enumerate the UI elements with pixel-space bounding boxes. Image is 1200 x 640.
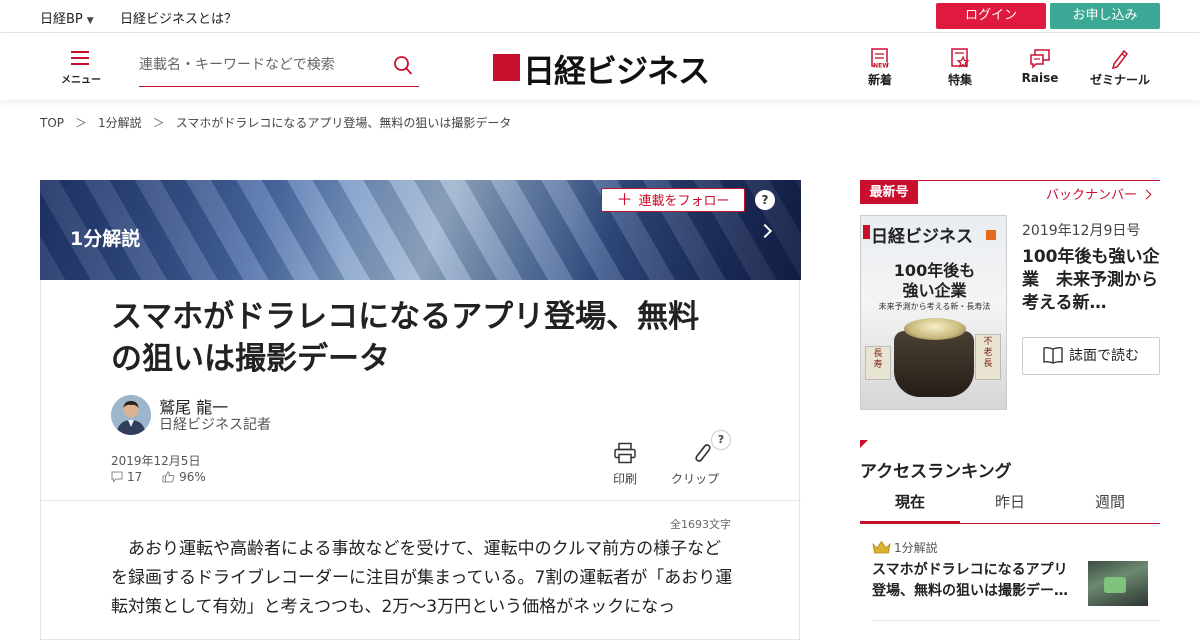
latest-issue-tag: 最新号 (860, 181, 918, 204)
ranking-item-title: スマホがドラレコになるアプリ登場、無料の狙いは撮影デー… (872, 562, 1068, 599)
ranking-category: 1分解説 (894, 541, 938, 555)
issue-date: 2019年12月9日号 (1022, 223, 1141, 239)
author-role: 日経ビジネス記者 (159, 417, 271, 433)
cover-label-left: 長寿 (865, 346, 891, 380)
magazine-cover[interactable]: 日経ビジネス 100年後も 強い企業 未来予測から考える新・長寿法 不老長 長寿 (860, 215, 1007, 410)
follow-label: 連載をフォロー (638, 194, 730, 209)
cover-label-right: 不老長 (975, 334, 1001, 380)
ranking-title: アクセスランキング (860, 462, 1012, 482)
article-card: 1分解説 ＋ 連載をフォロー ? スマホがドラレコになるアプリ登場、無料の狙いは撮… (40, 180, 801, 640)
search-input[interactable] (139, 53, 379, 77)
clip-button[interactable]: クリップ (671, 442, 719, 487)
feature-icon (951, 48, 970, 68)
ranking-tabs: 現在 昨日 週間 (860, 486, 1160, 524)
character-count: 全1693文字 (670, 518, 731, 531)
hamburger-icon (71, 51, 89, 69)
top-utility-bar: 日経BP ▼ 日経ビジネスとは？ ログイン お申し込み (0, 0, 1200, 33)
tab-yesterday[interactable]: 昨日 (960, 486, 1060, 524)
menu-button[interactable]: メニュー (58, 49, 104, 89)
nikkei-bp-label: 日経BP (40, 12, 83, 27)
nav-feature[interactable]: 特集 (928, 47, 992, 88)
nav-new[interactable]: NEW 新着 (848, 47, 912, 88)
breadcrumb-separator: ＞ (75, 116, 88, 130)
thumbnail-car (1104, 577, 1126, 593)
clip-help-icon[interactable]: ? (711, 430, 731, 450)
article-title: スマホがドラレコになるアプリ登場、無料の狙いは撮影データ (111, 299, 700, 377)
cover-jar-lid (904, 318, 966, 340)
open-book-icon (1043, 346, 1063, 364)
print-label: 印刷 (613, 472, 638, 486)
cover-subtitle: 未来予測から考える新・長寿法 (878, 302, 991, 311)
breadcrumb-separator: ＞ (152, 116, 165, 130)
ranking-thumbnail (1088, 561, 1148, 606)
svg-text:NEW: NEW (873, 63, 889, 70)
plus-icon: ＋ (616, 190, 633, 209)
ranking-corner-mark (860, 440, 868, 448)
search-icon[interactable] (393, 55, 413, 77)
series-banner[interactable]: 1分解説 ＋ 連載をフォロー ? (40, 180, 801, 280)
publish-date: 2019年12月5日 (111, 454, 201, 468)
chevron-down-icon: ▼ (86, 16, 94, 26)
nav-seminar-label: ゼミナール (1089, 73, 1150, 87)
comment-icon[interactable] (111, 471, 123, 483)
backnumber-link[interactable]: バックナンバー (1046, 184, 1152, 203)
logo-mark (493, 54, 520, 81)
like-stat: 96% (162, 470, 206, 484)
search-box (139, 45, 419, 87)
author-avatar[interactable] (111, 395, 151, 435)
breadcrumb-top[interactable]: TOP (40, 116, 64, 130)
series-title: 1分解説 (70, 228, 141, 250)
cover-logo: 日経ビジネス (871, 227, 973, 247)
raise-icon (1030, 49, 1050, 69)
breadcrumb-series[interactable]: 1分解説 (98, 116, 142, 130)
read-in-print-button[interactable]: 誌面で読む (1022, 337, 1160, 375)
nav-raise-label: Raise (1021, 71, 1059, 85)
nav-new-label: 新着 (867, 73, 892, 87)
breadcrumb-current: スマホがドラレコになるアプリ登場、無料の狙いは撮影データ (175, 116, 512, 130)
new-icon: NEW (871, 48, 889, 70)
nav-feature-label: 特集 (947, 73, 972, 87)
seminar-icon (1111, 49, 1128, 69)
cover-headline: 100年後も 強い企業 (893, 261, 976, 300)
thumbs-up-icon (162, 471, 175, 483)
chevron-right-icon (1141, 189, 1152, 200)
ranking-item[interactable]: 1分解説 スマホがドラレコになるアプリ登場、無料の狙いは撮影デー… (872, 538, 1162, 621)
like-rate: 96% (179, 470, 206, 484)
backnumber-label: バックナンバー (1046, 188, 1138, 203)
tab-weekly[interactable]: 週間 (1060, 486, 1160, 524)
comment-count: 17 (127, 470, 143, 484)
nikkei-bp-menu[interactable]: 日経BP ▼ (40, 8, 94, 27)
article-body: あおり運転や高齢者による事故などを受けて、運転中のクルマ前方の様子などを録画する… (111, 539, 733, 617)
about-link[interactable]: 日経ビジネスとは？ (120, 8, 237, 27)
printer-icon (614, 442, 636, 464)
nav-raise[interactable]: Raise (1008, 47, 1072, 85)
follow-series-button[interactable]: ＋ 連載をフォロー (601, 188, 745, 212)
paperclip-icon (695, 444, 711, 462)
ranking-divider (872, 620, 1160, 621)
breadcrumb: TOP ＞ 1分解説 ＞ スマホがドラレコになるアプリ登場、無料の狙いは撮影データ (40, 114, 511, 131)
article-divider (41, 500, 801, 501)
read-in-print-label: 誌面で読む (1069, 348, 1139, 364)
tab-current[interactable]: 現在 (860, 486, 960, 524)
cover-badge (986, 230, 996, 240)
print-button[interactable]: 印刷 (613, 442, 637, 487)
menu-label: メニュー (61, 75, 101, 86)
cover-jar-image (894, 331, 974, 397)
cover-logo-mark (863, 225, 870, 239)
apply-button[interactable]: お申し込み (1050, 3, 1160, 29)
crown-icon (872, 540, 891, 554)
login-button[interactable]: ログイン (936, 3, 1046, 29)
logo-text: 日経ビジネス (523, 52, 710, 90)
nav-seminar[interactable]: ゼミナール (1088, 47, 1152, 88)
issue-title[interactable]: 100年後も強い企業 未来予測から考える新… (1022, 246, 1162, 315)
article-stats: 17 96% (111, 470, 206, 484)
author-photo (111, 395, 151, 435)
help-icon[interactable]: ? (755, 190, 775, 210)
clip-label: クリップ (671, 472, 720, 486)
site-header: メニュー 日経ビジネス NEW 新着 特集 (0, 33, 1200, 100)
